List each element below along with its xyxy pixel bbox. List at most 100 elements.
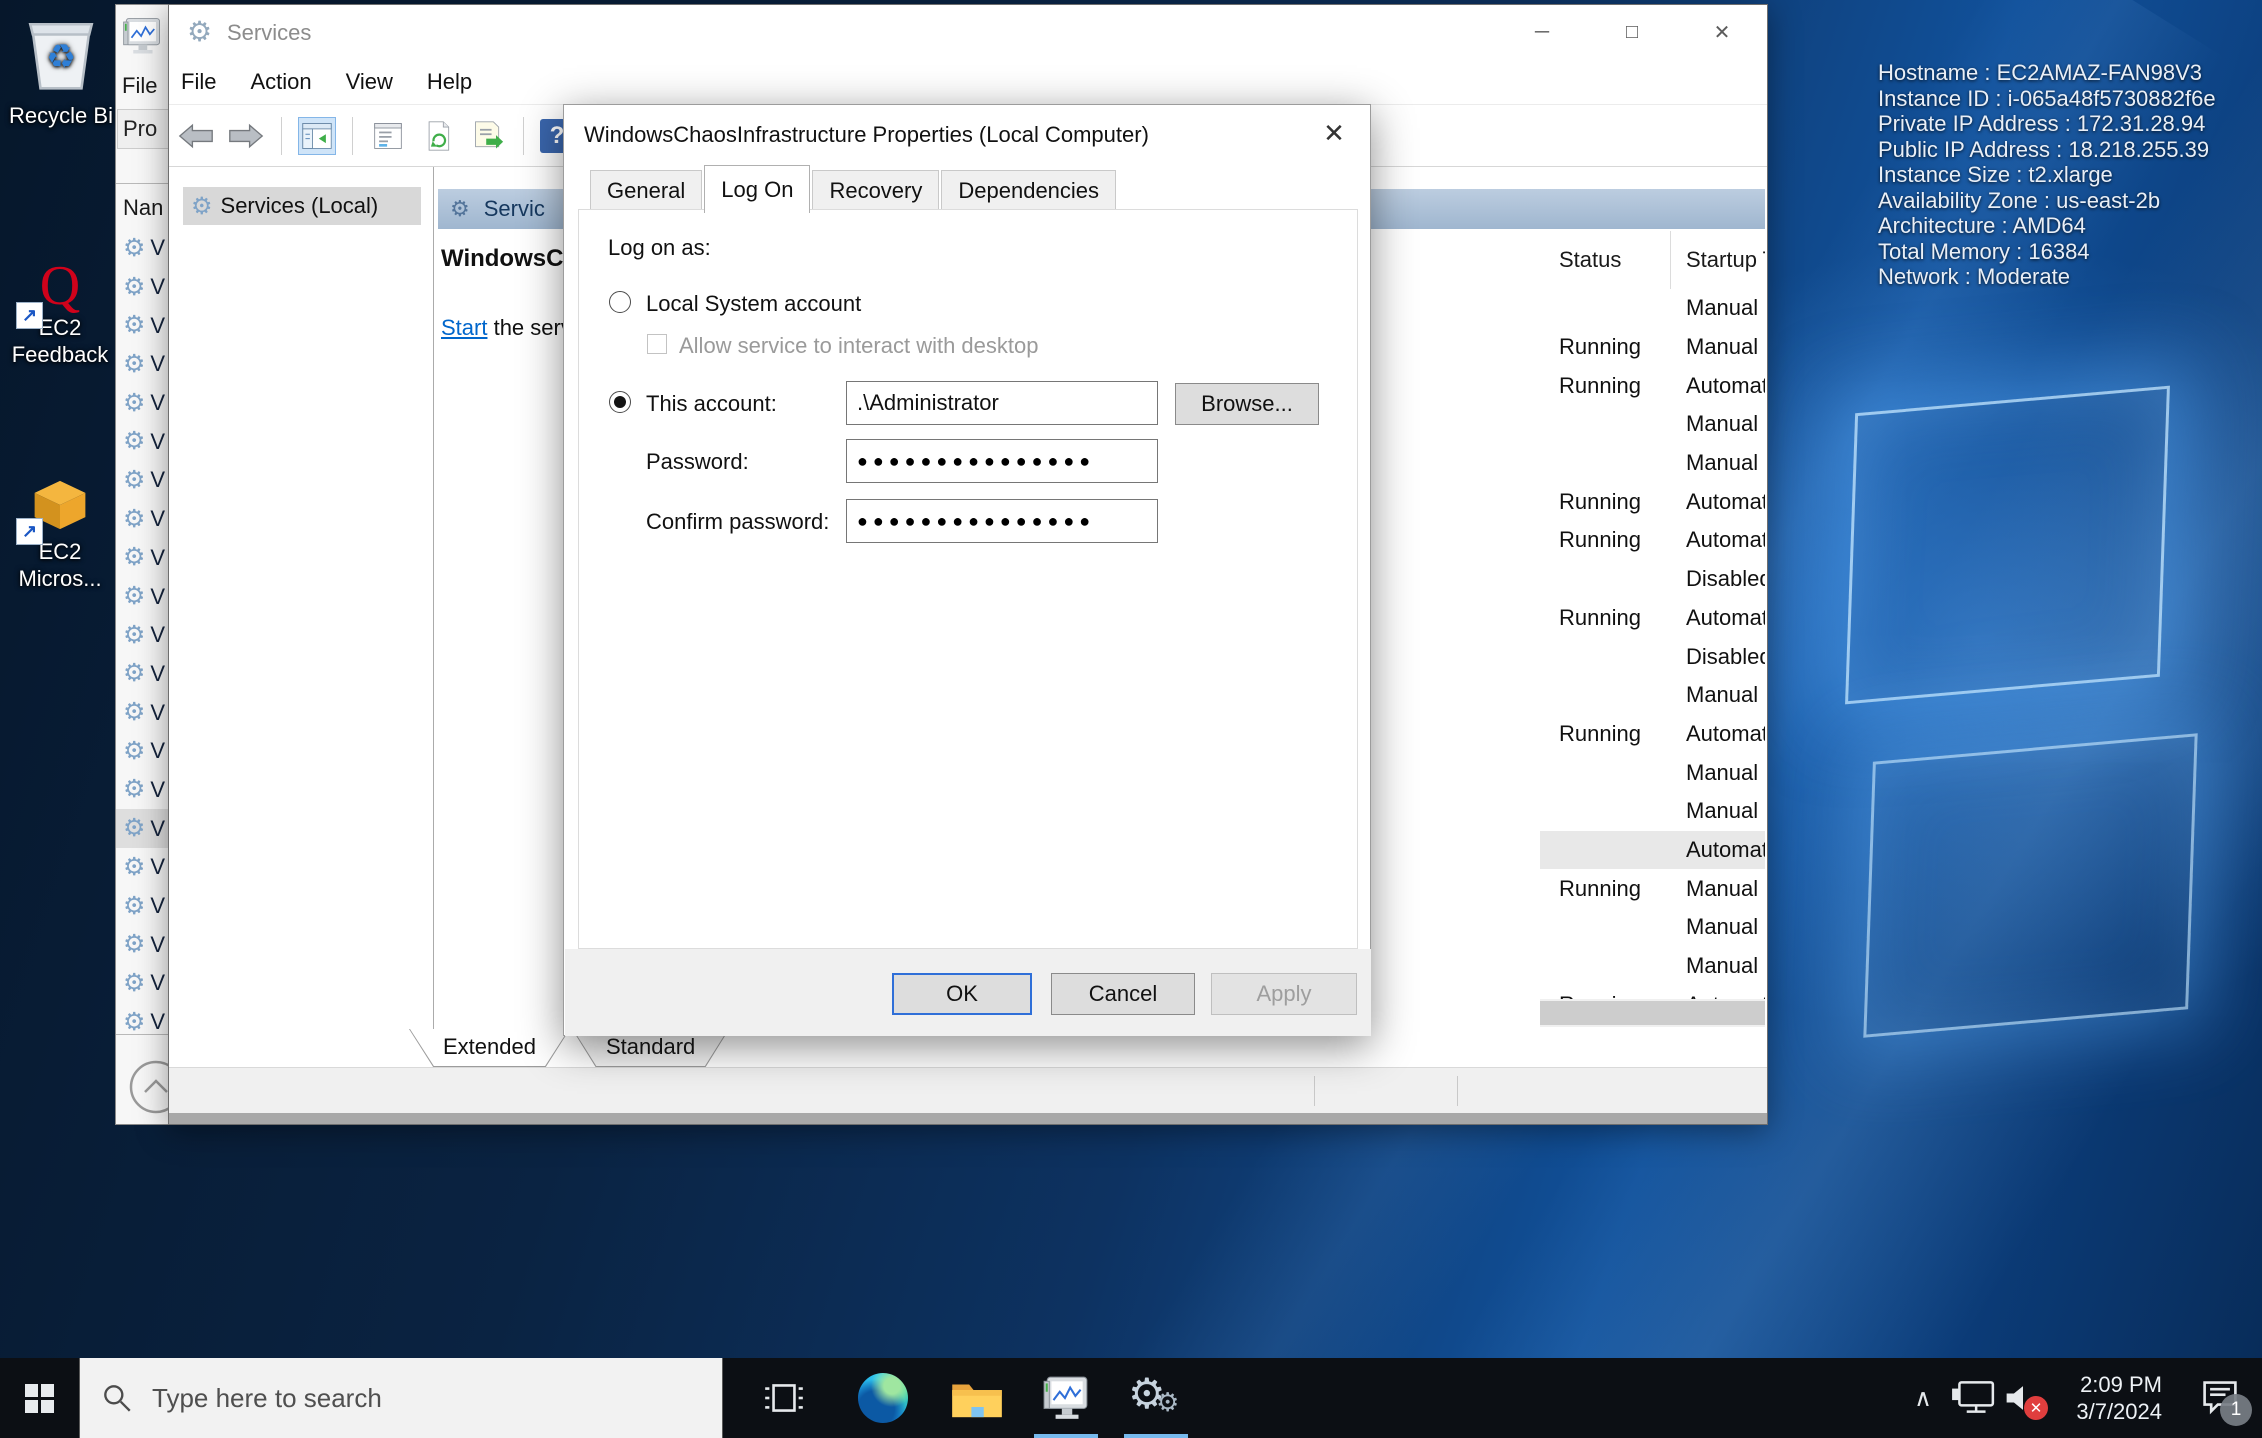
horizontal-scroll-thumb[interactable]	[1540, 1001, 1765, 1025]
background-service-item[interactable]: ⚙ V	[116, 461, 172, 500]
background-service-item[interactable]: ⚙ V	[116, 964, 172, 1003]
ec2-microsoft-shortcut[interactable]: ↗ EC2 Micros...	[2, 478, 118, 592]
column-header-startup-type[interactable]: Startup Type	[1671, 231, 1765, 289]
confirm-password-input[interactable]: ●●●●●●●●●●●●●●●	[846, 499, 1158, 543]
view-tab[interactable]: Extended	[409, 1029, 570, 1067]
background-service-item[interactable]: ⚙ V	[116, 693, 172, 732]
service-row[interactable]: Running Automatic (T... Lo	[1540, 715, 1765, 754]
background-service-item[interactable]: ⚙ V	[116, 732, 172, 771]
start-button[interactable]	[0, 1358, 79, 1438]
taskbar-search[interactable]: Type here to search	[79, 1358, 723, 1438]
back-icon[interactable]	[177, 117, 215, 155]
volume-tray-button[interactable]: ✕	[1996, 1358, 2050, 1438]
background-service-item[interactable]: ⚙ V	[116, 887, 172, 926]
close-button[interactable]: ✕	[1677, 5, 1767, 59]
action-center-button[interactable]: 1	[2178, 1358, 2262, 1438]
background-window-name-column[interactable]: Nan	[123, 195, 163, 221]
ec2-feedback-shortcut[interactable]: Q ↗ EC2 Feedback	[2, 258, 118, 368]
background-service-item[interactable]: ⚙ V	[116, 384, 172, 423]
background-service-item[interactable]: ⚙ V	[116, 809, 172, 848]
service-row[interactable]: Manual Lo	[1540, 289, 1765, 328]
service-row[interactable]: Running Automatic Ne	[1540, 599, 1765, 638]
service-row[interactable]: Manual Lo	[1540, 676, 1765, 715]
service-row[interactable]: Running Manual (Trig... Lo	[1540, 328, 1765, 367]
background-service-item[interactable]: ⚙ V	[116, 345, 172, 384]
service-row[interactable]: Manual (Trig... Lo	[1540, 753, 1765, 792]
service-row[interactable]: Manual Ne	[1540, 405, 1765, 444]
background-window[interactable]: File Pro Nan ⚙ V ⚙ V ⚙ V ⚙ V ⚙ V	[115, 4, 172, 1125]
service-row[interactable]: Disabled Lo	[1540, 637, 1765, 676]
ok-button[interactable]: OK	[892, 973, 1032, 1015]
background-service-item[interactable]: ⚙ V	[116, 500, 172, 539]
background-service-item[interactable]: ⚙ V	[116, 1003, 172, 1035]
cancel-button[interactable]: Cancel	[1051, 973, 1195, 1015]
column-header-status[interactable]: Status	[1540, 231, 1671, 289]
start-service-link[interactable]: Start	[441, 315, 487, 340]
service-row[interactable]: Running Automatic Ne	[1540, 985, 1765, 999]
collapse-chevron-button[interactable]	[128, 1059, 172, 1115]
forward-icon[interactable]	[227, 117, 265, 155]
dialog-close-icon[interactable]: ✕	[1312, 113, 1356, 153]
background-service-item[interactable]: ⚙ V	[116, 577, 172, 616]
menu-item[interactable]: File	[181, 69, 216, 95]
horizontal-scrollbar[interactable]: ›	[1540, 999, 1765, 1027]
refresh-icon[interactable]	[419, 117, 457, 155]
recycle-bin-shortcut[interactable]: ♻ Recycle Bi	[6, 14, 116, 129]
dialog-tab[interactable]: Dependencies	[941, 170, 1116, 210]
background-service-item[interactable]: ⚙ V	[116, 539, 172, 578]
background-window-pro-tab[interactable]: Pro	[117, 109, 172, 149]
background-service-item[interactable]: ⚙ V	[116, 268, 172, 307]
this-account-label[interactable]: This account:	[646, 391, 777, 417]
service-row[interactable]: Manual Lo	[1540, 792, 1765, 831]
local-system-label[interactable]: Local System account	[646, 291, 861, 317]
background-service-item[interactable]: ⚙ V	[116, 229, 172, 268]
network-tray-button[interactable]	[1948, 1358, 1998, 1438]
background-window-file-menu[interactable]: File	[122, 73, 157, 99]
account-input[interactable]	[846, 381, 1158, 425]
services-taskbar-button[interactable]: ⚙⚙	[1108, 1358, 1202, 1438]
properties-icon[interactable]	[369, 117, 407, 155]
service-row[interactable]: Running Automatic Lo	[1540, 521, 1765, 560]
service-row[interactable]: Disabled Lo	[1540, 560, 1765, 599]
show-console-tree-icon[interactable]	[298, 117, 336, 155]
service-row[interactable]: Manual Lo	[1540, 947, 1765, 986]
apply-button[interactable]: Apply	[1211, 973, 1357, 1015]
edge-taskbar-button[interactable]	[836, 1358, 930, 1438]
service-row[interactable]: Running Automatic Lo	[1540, 366, 1765, 405]
services-titlebar[interactable]: ⚙ Services ─ □ ✕	[169, 5, 1767, 59]
perfmon-taskbar-button[interactable]	[1024, 1358, 1108, 1438]
password-input[interactable]: ●●●●●●●●●●●●●●●	[846, 439, 1158, 483]
this-account-radio[interactable]	[609, 391, 631, 413]
service-row[interactable]: Running Automatic Lo	[1540, 482, 1765, 521]
task-view-button[interactable]	[742, 1358, 826, 1438]
dialog-tab[interactable]: General	[590, 170, 702, 210]
service-row[interactable]: Manual Lo	[1540, 908, 1765, 947]
menu-item[interactable]: View	[346, 69, 393, 95]
allow-desktop-checkbox[interactable]	[647, 334, 667, 354]
export-list-icon[interactable]	[469, 117, 507, 155]
dialog-tab[interactable]: Recovery	[812, 170, 939, 210]
menu-item[interactable]: Action	[250, 69, 311, 95]
background-service-item[interactable]: ⚙ V	[116, 422, 172, 461]
taskbar-clock[interactable]: 2:09 PM 3/7/2024	[2046, 1358, 2166, 1438]
background-service-item[interactable]: ⚙ V	[116, 848, 172, 887]
background-service-item[interactable]: ⚙ V	[116, 655, 172, 694]
local-system-radio[interactable]	[609, 291, 631, 313]
browse-button[interactable]: Browse...	[1175, 383, 1319, 425]
service-row[interactable]: Manual Lo	[1540, 444, 1765, 483]
service-row[interactable]: Running Manual Lo	[1540, 869, 1765, 908]
view-tab[interactable]: Standard	[572, 1029, 729, 1067]
background-service-item[interactable]: ⚙ V	[116, 306, 172, 345]
tree-node-services-local[interactable]: ⚙ Services (Local)	[183, 187, 421, 225]
service-status: Running	[1540, 527, 1671, 553]
background-service-item[interactable]: ⚙ V	[116, 616, 172, 655]
file-explorer-taskbar-button[interactable]	[930, 1358, 1024, 1438]
service-row[interactable]: Automatic .\A	[1540, 831, 1765, 870]
dialog-tab[interactable]: Log On	[704, 165, 810, 213]
minimize-button[interactable]: ─	[1497, 5, 1587, 59]
menu-item[interactable]: Help	[427, 69, 472, 95]
show-hidden-icons-button[interactable]: ∧	[1898, 1358, 1948, 1438]
background-service-item[interactable]: ⚙ V	[116, 771, 172, 810]
maximize-button[interactable]: □	[1587, 5, 1677, 59]
background-service-item[interactable]: ⚙ V	[116, 925, 172, 964]
